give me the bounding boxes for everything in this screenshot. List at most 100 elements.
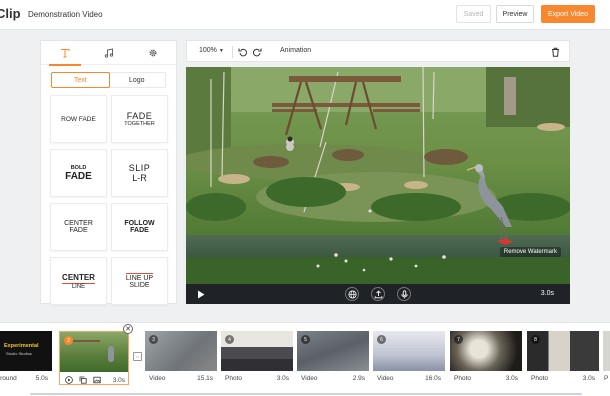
- clip-thumbnail: [603, 331, 610, 371]
- clip-duration: 2.9s: [352, 375, 365, 382]
- animation-slip-lr[interactable]: SLIP L-R: [111, 149, 168, 197]
- replace-clip-button[interactable]: [92, 375, 101, 384]
- clip-meta: Video 2.9s: [297, 372, 369, 385]
- logo-segment[interactable]: Logo: [109, 73, 166, 87]
- voiceover-button[interactable]: [397, 287, 411, 301]
- text-segment[interactable]: Text: [51, 72, 110, 88]
- language-button[interactable]: [345, 287, 359, 301]
- play-button[interactable]: [194, 287, 208, 301]
- clip-thumbnail: Experimental Studio Studios: [0, 331, 52, 371]
- clip-thumbnail: 2: [60, 332, 128, 372]
- timeline-clip[interactable]: P: [603, 331, 610, 385]
- image-icon: [92, 376, 101, 383]
- animation-label-sub: FADE: [130, 227, 149, 234]
- clip-duration: 5.0s: [35, 375, 48, 382]
- clip-caption-title: Experimental: [4, 343, 39, 349]
- timeline-clip[interactable]: Experimental Studio Studios Background 5…: [0, 331, 52, 385]
- remove-clip-button[interactable]: ✕: [123, 324, 133, 334]
- animation-label-sub: FADE: [69, 227, 88, 234]
- timeline-clip[interactable]: 3 Video 15.1s: [145, 331, 217, 385]
- gear-icon: [149, 49, 157, 57]
- timeline-scrollbar[interactable]: [30, 393, 582, 395]
- clip-thumbnail: 8: [527, 331, 599, 371]
- clip-duration: 3.0s: [112, 377, 125, 384]
- animation-label-sub: TOGETHER: [124, 121, 155, 127]
- animation-label-sub: LINE: [71, 283, 86, 290]
- clip-meta: Photo 3.0s: [221, 372, 293, 385]
- globe-icon: [348, 290, 356, 298]
- redo-icon: [252, 48, 262, 56]
- animation-label: CENTER: [64, 220, 93, 227]
- animation-row-fade[interactable]: ROW FADE: [50, 95, 107, 143]
- clip-meta: Background 5.0s: [0, 372, 52, 385]
- app-logo: Clip: [0, 6, 21, 21]
- project-title[interactable]: Demonstration Video: [28, 10, 103, 19]
- animation-label: LINE UP: [125, 273, 154, 282]
- animation-label: SLIP: [128, 163, 151, 173]
- animation-label-sub: SLIDE: [129, 282, 150, 289]
- top-bar: Clip Demonstration Video Saved Preview E…: [0, 0, 610, 30]
- clip-number-badge: 4: [225, 335, 234, 344]
- trash-icon: [551, 47, 559, 57]
- video-preview[interactable]: Remove Watermark: [186, 67, 570, 284]
- undo-button[interactable]: [237, 45, 249, 58]
- animation-label: CENTER: [62, 272, 95, 284]
- clip-meta: Photo 3.0s: [450, 372, 522, 385]
- animation-bold-fade[interactable]: BOLD FADE: [50, 149, 107, 197]
- animation-fade-together[interactable]: FADE TOGETHER: [111, 95, 168, 143]
- clip-duration: 15.1s: [197, 375, 213, 382]
- export-video-button[interactable]: Export Video: [541, 5, 595, 23]
- animation-line-up-slide[interactable]: LINE UP SLIDE: [111, 257, 168, 305]
- clip-thumbnail: 4: [221, 331, 293, 371]
- clip-duration: 3.0s: [582, 375, 595, 382]
- copy-icon: [79, 376, 87, 384]
- clip-type: Photo: [531, 375, 548, 382]
- clip-type: Video: [377, 375, 394, 382]
- upload-icon: [374, 289, 382, 298]
- animation-follow-fade[interactable]: FOLLOW FADE: [111, 203, 168, 251]
- zoom-select[interactable]: 100% ▼: [199, 47, 224, 54]
- timeline-clip[interactable]: 7 Photo 3.0s: [450, 331, 522, 385]
- timeline-clip[interactable]: 8 Photo 3.0s: [527, 331, 599, 385]
- timeline: Experimental Studio Studios Background 5…: [0, 322, 610, 396]
- remove-watermark-button[interactable]: Remove Watermark: [499, 247, 561, 257]
- clip-meta: Photo 3.0s: [527, 372, 599, 385]
- tool-tabs: [41, 41, 178, 66]
- clip-caption-sub: Studio Studios: [6, 351, 32, 356]
- duplicate-clip-button[interactable]: [78, 375, 87, 384]
- saved-button: Saved: [456, 5, 491, 23]
- timeline-clip[interactable]: 4 Photo 3.0s: [221, 331, 293, 385]
- clip-thumbnail: 3: [145, 331, 217, 371]
- clip-meta: Video 15.1s: [145, 372, 217, 385]
- clip-actions: [64, 375, 101, 384]
- text-tool-tab[interactable]: [49, 45, 81, 66]
- transition-button[interactable]: ⇔: [133, 352, 142, 361]
- clip-thumbnail: 6: [373, 331, 445, 371]
- upload-button[interactable]: [371, 287, 385, 301]
- clip-thumbnail: 5: [297, 331, 369, 371]
- clip-duration: 16.0s: [425, 375, 441, 382]
- timeline-clip[interactable]: 6 Video 16.0s: [373, 331, 445, 385]
- settings-tool-tab[interactable]: [143, 45, 163, 61]
- preview-button[interactable]: Preview: [496, 5, 534, 23]
- timeline-clip-selected[interactable]: 2 3.0s: [59, 331, 129, 385]
- clip-meta: Video 16.0s: [373, 372, 445, 385]
- redo-button[interactable]: [251, 45, 263, 58]
- close-icon: ✕: [125, 325, 131, 333]
- clip-type: Video: [149, 375, 166, 382]
- music-tool-tab[interactable]: [99, 45, 119, 61]
- clip-type: P: [604, 375, 609, 382]
- play-clip-button[interactable]: [64, 375, 73, 384]
- clip-type: Photo: [225, 375, 242, 382]
- animation-center-fade[interactable]: CENTER FADE: [50, 203, 107, 251]
- timeline-clip[interactable]: 5 Video 2.9s: [297, 331, 369, 385]
- clip-number-badge: 2: [64, 336, 73, 345]
- clip-meta: P: [603, 372, 610, 385]
- animation-label: ROW FADE: [61, 115, 96, 123]
- transition-icon: ⇔: [135, 353, 140, 360]
- playback-controls: 3.0s: [186, 284, 570, 304]
- delete-button[interactable]: [549, 45, 561, 58]
- animation-center-line[interactable]: CENTER LINE: [50, 257, 107, 305]
- clip-number-badge: 3: [149, 335, 158, 344]
- clip-number-badge: 7: [454, 335, 463, 344]
